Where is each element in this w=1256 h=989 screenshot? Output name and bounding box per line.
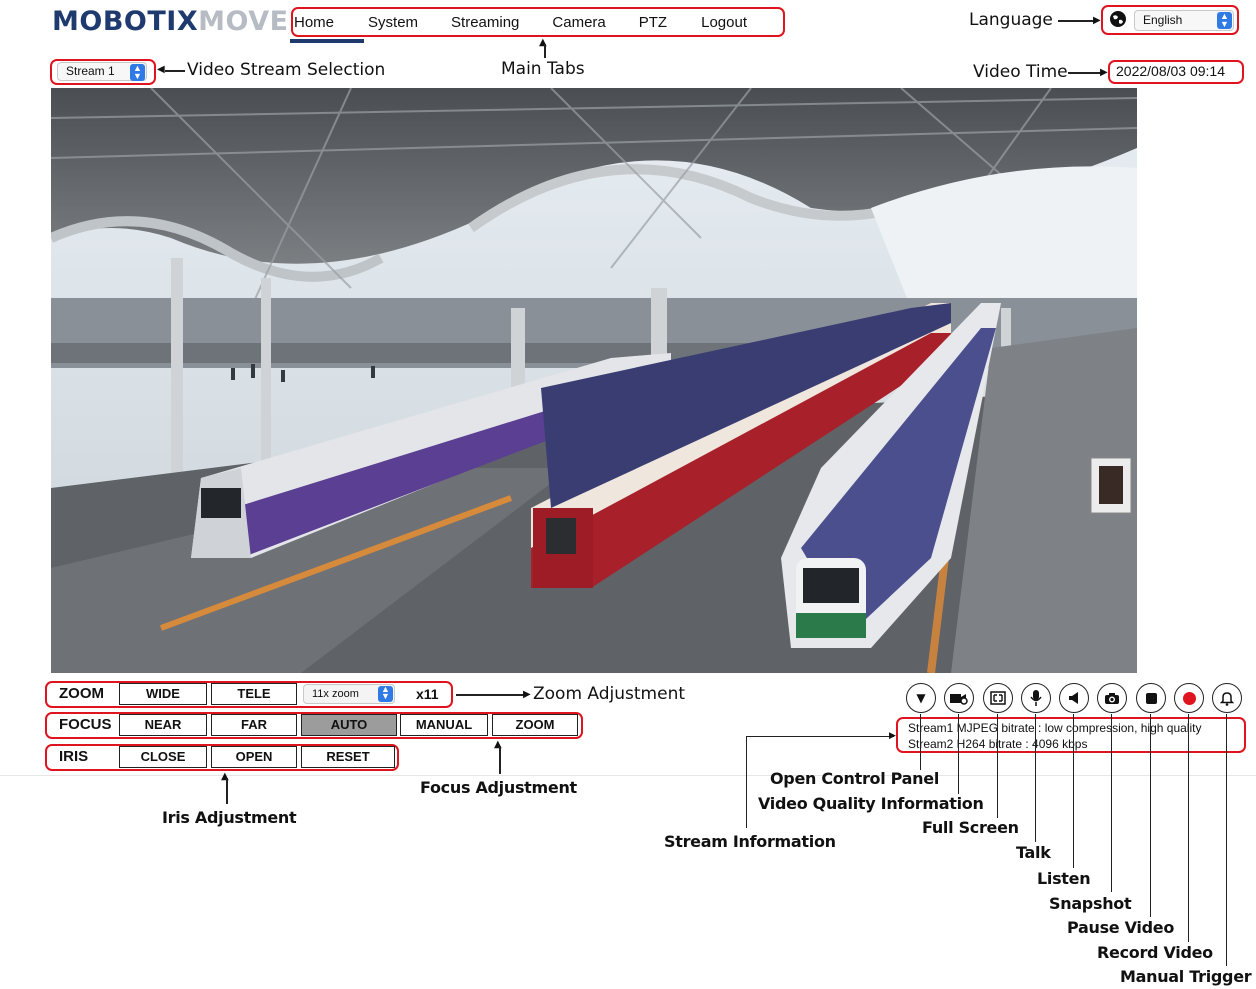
arrow-line-language: [1058, 20, 1096, 22]
station-scene-image: [51, 88, 1137, 673]
stop-icon: [1145, 692, 1157, 704]
pointer-open-control-panel: [920, 714, 922, 770]
annotation-video-quality-information: Video Quality Information: [758, 794, 984, 813]
logo-text-mobotix: MOBOTIX: [52, 6, 199, 37]
manual-trigger-button[interactable]: [1212, 683, 1242, 713]
arrowhead-focus: ▲: [494, 739, 502, 750]
arrowhead-video-time: ▶: [1100, 67, 1108, 78]
arrow-line-focus: [499, 746, 501, 774]
pointer-snapshot: [1111, 714, 1113, 892]
language-select[interactable]: English ▲ ▼: [1134, 10, 1234, 31]
annotation-iris-adjustment: Iris Adjustment: [162, 808, 297, 827]
focus-zoom-button[interactable]: ZOOM: [492, 714, 578, 736]
focus-auto-button[interactable]: AUTO: [301, 714, 397, 736]
annotation-main-tabs: Main Tabs: [501, 59, 585, 79]
annotation-manual-trigger: Manual Trigger: [1120, 967, 1252, 986]
iris-close-button[interactable]: CLOSE: [119, 746, 207, 768]
globe-icon: [1109, 10, 1127, 32]
talk-button[interactable]: [1021, 683, 1051, 713]
annotation-video-stream-selection: Video Stream Selection: [187, 60, 386, 80]
stream-select-value: Stream 1: [66, 64, 115, 78]
select-arrows-icon: ▲ ▼: [1217, 12, 1232, 29]
language-select-value: English: [1143, 13, 1183, 27]
focus-far-button[interactable]: FAR: [211, 714, 297, 736]
listen-button[interactable]: [1059, 683, 1089, 713]
arrow-line-video-time: [1068, 72, 1103, 74]
zoom-label: ZOOM: [59, 685, 104, 702]
zoom-level-value: x11: [416, 686, 439, 702]
zoom-tele-button[interactable]: TELE: [211, 683, 297, 705]
arrow-line-main-tabs: [544, 44, 546, 58]
logo-text-move: MOVE: [198, 6, 289, 37]
snapshot-button[interactable]: [1097, 683, 1127, 713]
arrowhead-stream: ◀: [157, 64, 165, 75]
video-quality-button[interactable]: [944, 683, 974, 713]
pointer-stream-info-horizontal: [746, 736, 894, 738]
pointer-pause-video: [1150, 714, 1152, 917]
main-tabs-highlight: [291, 7, 785, 37]
page-divider: [0, 775, 1256, 776]
annotation-open-control-panel: Open Control Panel: [770, 769, 939, 788]
record-video-button[interactable]: [1174, 683, 1204, 713]
record-icon: [1182, 691, 1196, 705]
annotation-video-time: Video Time: [973, 62, 1068, 82]
arrow-line-iris: [226, 778, 228, 804]
pointer-full-screen: [997, 714, 999, 818]
pointer-manual-trigger: [1226, 714, 1228, 966]
pointer-video-quality: [958, 714, 960, 794]
annotation-stream-information: Stream Information: [664, 832, 836, 851]
microphone-icon: [1030, 690, 1042, 706]
arrowhead-main-tabs: ▲: [539, 37, 547, 48]
annotation-pause-video: Pause Video: [1067, 918, 1175, 937]
annotation-zoom-adjustment: Zoom Adjustment: [533, 684, 686, 704]
open-control-panel-button[interactable]: ▼: [906, 683, 936, 713]
mobotix-move-logo: MOBOTIXMOVE: [52, 6, 289, 37]
fullscreen-icon: [990, 691, 1006, 705]
speaker-icon: [1069, 692, 1078, 704]
annotation-record-video: Record Video: [1097, 943, 1213, 962]
live-video-view[interactable]: [51, 88, 1137, 673]
stream-select[interactable]: Stream 1 ▲ ▼: [57, 62, 147, 81]
arrow-line-stream: [165, 70, 185, 72]
select-arrows-icon: ▲ ▼: [378, 685, 393, 702]
zoom-level-select-value: 11x zoom: [312, 688, 359, 700]
annotation-language: Language: [969, 10, 1053, 30]
arrowhead-iris: ▲: [221, 771, 229, 782]
annotation-snapshot: Snapshot: [1049, 894, 1132, 913]
pause-video-button[interactable]: [1136, 683, 1166, 713]
zoom-wide-button[interactable]: WIDE: [119, 683, 207, 705]
bell-icon: [1220, 691, 1234, 706]
stream-info-line-1: Stream1 MJPEG bitrate : low compression,…: [908, 721, 1202, 735]
focus-manual-button[interactable]: MANUAL: [400, 714, 488, 736]
active-tab-indicator: [290, 39, 364, 43]
arrowhead-language: ▶: [1093, 15, 1101, 26]
pointer-stream-info-vertical: [746, 736, 748, 828]
arrowhead-stream-info: ▶: [889, 731, 896, 741]
select-arrows-icon: ▲ ▼: [130, 64, 145, 81]
chevron-down-icon: ▼: [916, 691, 926, 705]
arrow-line-zoom: [456, 694, 526, 696]
full-screen-button[interactable]: [983, 683, 1013, 713]
video-time: 2022/08/03 09:14: [1116, 63, 1225, 79]
annotation-full-screen: Full Screen: [922, 818, 1019, 837]
camera-icon: [1105, 692, 1119, 704]
zoom-level-select[interactable]: 11x zoom ▲ ▼: [303, 684, 395, 704]
iris-open-button[interactable]: OPEN: [211, 746, 297, 768]
annotation-focus-adjustment: Focus Adjustment: [420, 778, 577, 797]
video-quality-icon: [950, 694, 968, 705]
arrowhead-zoom: ▶: [523, 689, 531, 700]
focus-label: FOCUS: [59, 716, 112, 733]
iris-label: IRIS: [59, 748, 89, 765]
focus-near-button[interactable]: NEAR: [119, 714, 207, 736]
annotation-listen: Listen: [1037, 869, 1091, 888]
pointer-record-video: [1188, 714, 1190, 942]
pointer-talk: [1035, 714, 1037, 842]
iris-reset-button[interactable]: RESET: [301, 746, 395, 768]
pointer-listen: [1073, 714, 1075, 868]
annotation-talk: Talk: [1016, 843, 1051, 862]
